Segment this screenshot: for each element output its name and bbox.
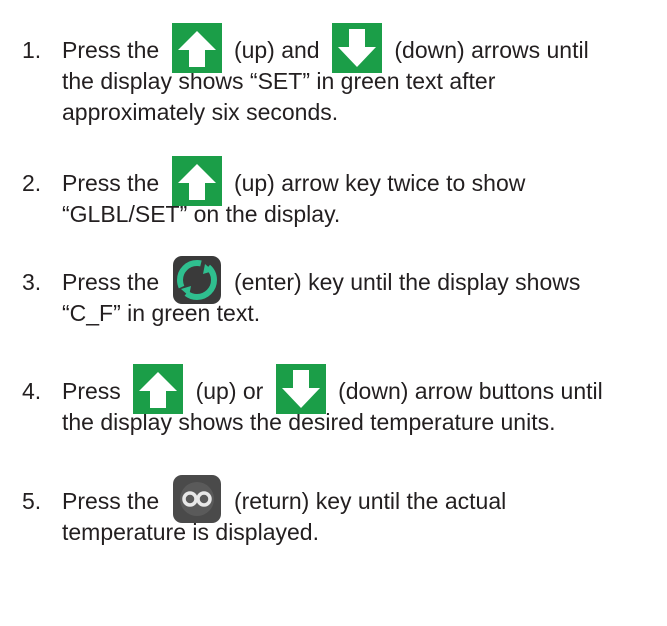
step-text-segment: (up) arrow key twice to show [233, 170, 526, 196]
step-text: Press the (return) key until the actual … [62, 474, 662, 548]
instruction-steps: 1. Press the (up) and (down) arrows unti… [0, 0, 667, 626]
step-text-segment: Press [62, 378, 121, 404]
up-arrow-icon [171, 155, 222, 206]
step-number: 3. [22, 269, 42, 295]
up-arrow-icon [171, 22, 222, 73]
return-key-icon [172, 474, 222, 524]
step-text: Press the (enter) key until the display … [62, 255, 662, 329]
step-line: Press the (up) and (down) arrows until [62, 22, 662, 73]
step-text-segment: (enter) key until the display shows [233, 269, 581, 295]
down-arrow-icon [332, 22, 382, 73]
step-text: Press the (up) arrow key twice to show “… [62, 155, 662, 230]
step-text: Press (up) or (down) arrow buttons until… [62, 363, 662, 438]
step-text-segment: Press the [62, 269, 160, 295]
step-text: Press the (up) and (down) arrows until t… [62, 22, 662, 128]
step-line: approximately six seconds. [62, 99, 339, 125]
down-arrow-icon [275, 363, 326, 414]
step-text-segment: (up) and [233, 37, 320, 63]
step-number: 4. [22, 378, 42, 404]
step-text-segment: (up) or [195, 378, 264, 404]
step-text-segment: Press the [62, 488, 160, 514]
step-text-segment: Press the [62, 170, 160, 196]
step-number: 1. [22, 37, 42, 63]
step-text-segment: (down) arrow buttons until [338, 378, 603, 404]
step-number: 2. [22, 170, 42, 196]
step-text-segment: Press the [62, 37, 160, 63]
step-line: “C_F” in green text. [62, 300, 261, 326]
step-line: “GLBL/SET” on the display. [62, 201, 341, 227]
step-text-segment: (return) key until the actual [233, 488, 507, 514]
step-line: Press (up) or (down) arrow buttons until [62, 363, 662, 414]
step-line: temperature is displayed. [62, 519, 319, 545]
step-line: Press the (enter) key until the display … [62, 255, 662, 304]
up-arrow-icon [133, 363, 184, 414]
step-line: Press the (up) arrow key twice to show [62, 155, 662, 206]
step-line: Press the (return) key until the actual [62, 474, 662, 523]
enter-key-icon [172, 255, 222, 305]
step-number: 5. [22, 488, 42, 514]
step-text-segment: (down) arrows until [394, 37, 589, 63]
